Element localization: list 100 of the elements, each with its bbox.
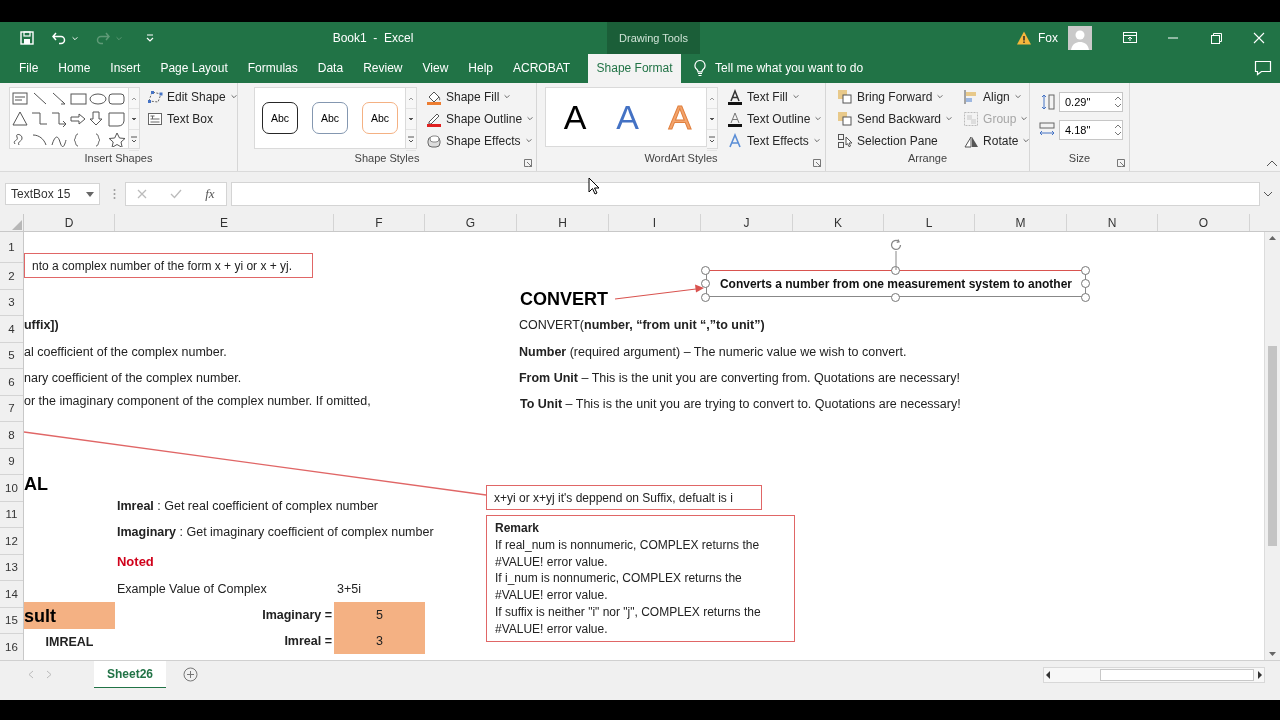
dialog-launcher-icon[interactable] bbox=[813, 159, 821, 168]
cell-text: uffix]) bbox=[24, 317, 59, 334]
cell-text: CONVERT(number, “from unit “,”to unit”) bbox=[519, 317, 765, 334]
cancel-icon[interactable] bbox=[137, 189, 148, 200]
ribbon-button[interactable]: Rotate bbox=[960, 130, 1034, 151]
ribbon-tab[interactable]: Help bbox=[458, 54, 503, 83]
insert-function-button[interactable]: fx bbox=[205, 186, 215, 203]
ribbon-button[interactable]: Selection Pane bbox=[834, 130, 957, 151]
wordart-preset[interactable]: A bbox=[549, 96, 602, 137]
ribbon-tab[interactable]: Shape Format bbox=[588, 54, 682, 83]
style-preset[interactable]: Abc bbox=[362, 101, 398, 134]
tell-me-field[interactable]: Tell me what you want to do bbox=[715, 61, 864, 76]
name-box[interactable]: TextBox 15 bbox=[5, 183, 100, 206]
ribbon-button[interactable]: Shape Effects bbox=[423, 130, 538, 151]
height-field[interactable]: 0.29" bbox=[1059, 91, 1123, 112]
drag-handle-icon[interactable] bbox=[113, 188, 116, 201]
ribbon-button[interactable]: Shape Fill bbox=[423, 86, 538, 107]
row-header[interactable]: 9 bbox=[0, 448, 23, 476]
text-outline-icon bbox=[727, 110, 743, 127]
ribbon-tab[interactable]: Home bbox=[48, 54, 101, 83]
column-header[interactable]: H bbox=[517, 214, 609, 232]
ribbon-button[interactable]: Edit Shape bbox=[144, 86, 241, 107]
text-box[interactable]: Converts a number from one measurement system to another bbox=[706, 270, 1086, 298]
ribbon-button[interactable]: Text Outline bbox=[724, 108, 826, 129]
column-header[interactable]: L bbox=[884, 214, 975, 232]
resize-handle[interactable] bbox=[891, 292, 901, 302]
note-label: Noted bbox=[117, 554, 154, 571]
row-header[interactable]: 2 bbox=[0, 263, 23, 290]
scrollbar-thumb[interactable] bbox=[1268, 346, 1277, 547]
comment-icon[interactable] bbox=[1254, 60, 1272, 77]
ribbon-button[interactable]: Bring Forward bbox=[834, 86, 957, 107]
ribbon-button[interactable]: Text Box bbox=[144, 108, 241, 129]
column-header[interactable]: I bbox=[609, 214, 701, 232]
column-header[interactable]: O bbox=[1158, 214, 1250, 232]
user-name[interactable]: Fox bbox=[1038, 31, 1058, 45]
scroll-left-icon[interactable] bbox=[1044, 669, 1052, 680]
ribbon-button[interactable]: Align bbox=[960, 86, 1034, 107]
row-header[interactable]: 13 bbox=[0, 554, 23, 582]
row-header[interactable]: 10 bbox=[0, 475, 23, 502]
check-icon[interactable] bbox=[170, 189, 183, 200]
group-label: Arrange bbox=[906, 152, 949, 167]
warning-icon[interactable] bbox=[1016, 30, 1032, 46]
formula-input[interactable] bbox=[231, 182, 1260, 207]
remark-line: If suffix is neither "i" nor "j", COMPLEX returns the #VALUE! error value. bbox=[495, 604, 762, 638]
scrollbar-thumb[interactable] bbox=[1100, 668, 1254, 681]
ribbon-tab[interactable]: Data bbox=[307, 54, 354, 83]
ribbon-tab[interactable]: Insert bbox=[100, 54, 151, 83]
redo-icon bbox=[95, 30, 111, 46]
cell-text: Number (required argument) – The numeric value we wish to convert. bbox=[519, 344, 907, 361]
row-header[interactable]: 11 bbox=[0, 501, 23, 529]
ribbon-tab[interactable]: View bbox=[412, 54, 459, 83]
column-header[interactable]: J bbox=[701, 214, 793, 232]
undo-icon[interactable] bbox=[51, 30, 67, 46]
ribbon-tab[interactable]: Formulas bbox=[237, 54, 308, 83]
customize-icon[interactable] bbox=[145, 32, 155, 44]
wordart-preset[interactable]: A bbox=[601, 96, 654, 137]
expand-icon[interactable] bbox=[1263, 191, 1273, 198]
scroll-right-icon[interactable] bbox=[1256, 669, 1264, 680]
ribbon-button[interactable]: Text Effects bbox=[724, 130, 826, 151]
row-header[interactable]: 7 bbox=[0, 395, 23, 423]
add-sheet-icon[interactable] bbox=[183, 667, 199, 683]
collapse-ribbon-icon[interactable] bbox=[1266, 159, 1278, 168]
style-preset[interactable]: Abc bbox=[262, 101, 298, 134]
ribbon-button[interactable]: Shape Outline bbox=[423, 108, 538, 129]
rotate-handle[interactable] bbox=[889, 238, 903, 271]
row-header[interactable]: 3 bbox=[0, 289, 23, 317]
resize-handle[interactable] bbox=[891, 265, 901, 275]
column-header[interactable]: K bbox=[793, 214, 884, 232]
row-header[interactable]: 15 bbox=[0, 607, 23, 635]
width-field[interactable]: 4.18" bbox=[1059, 119, 1123, 140]
column-header[interactable]: F bbox=[334, 214, 425, 232]
style-preset[interactable]: Abc bbox=[312, 101, 348, 134]
column-header[interactable]: G bbox=[425, 214, 517, 232]
lightbulb-icon[interactable] bbox=[693, 59, 708, 78]
dialog-launcher-icon[interactable] bbox=[524, 159, 532, 168]
table-cell: 3 bbox=[334, 628, 425, 655]
row-header[interactable]: 12 bbox=[0, 528, 23, 555]
row-header[interactable]: 1 bbox=[0, 232, 23, 264]
dropdown-icon[interactable] bbox=[86, 191, 94, 197]
ribbon-tab[interactable]: Review bbox=[353, 54, 413, 83]
row-header[interactable]: 8 bbox=[0, 422, 23, 449]
column-header[interactable]: E bbox=[115, 214, 334, 232]
row-header[interactable]: 6 bbox=[0, 369, 23, 396]
dialog-launcher-icon[interactable] bbox=[1117, 159, 1125, 168]
ribbon-display-icon[interactable] bbox=[1121, 30, 1138, 46]
sheet-tab[interactable]: Sheet26 bbox=[94, 660, 167, 689]
row-header[interactable]: 14 bbox=[0, 581, 23, 608]
column-header[interactable]: M bbox=[975, 214, 1067, 232]
ribbon-button[interactable]: Send Backward bbox=[834, 108, 957, 129]
ribbon-tab[interactable]: ACROBAT bbox=[503, 54, 581, 83]
ribbon-tab[interactable]: File bbox=[0, 54, 49, 83]
row-header[interactable]: 4 bbox=[0, 316, 23, 343]
column-header[interactable]: D bbox=[24, 214, 115, 232]
row-header[interactable]: 5 bbox=[0, 342, 23, 370]
column-header[interactable]: N bbox=[1067, 214, 1158, 232]
cell-text: Imaginary : Get imaginary coefficient of complex number bbox=[117, 524, 434, 541]
ribbon-button[interactable]: Text Fill bbox=[724, 86, 826, 107]
save-icon[interactable] bbox=[19, 30, 35, 46]
cell-text: Imreal : Get real coefficient of complex number bbox=[117, 498, 378, 515]
ribbon-tab[interactable]: Page Layout bbox=[150, 54, 238, 83]
